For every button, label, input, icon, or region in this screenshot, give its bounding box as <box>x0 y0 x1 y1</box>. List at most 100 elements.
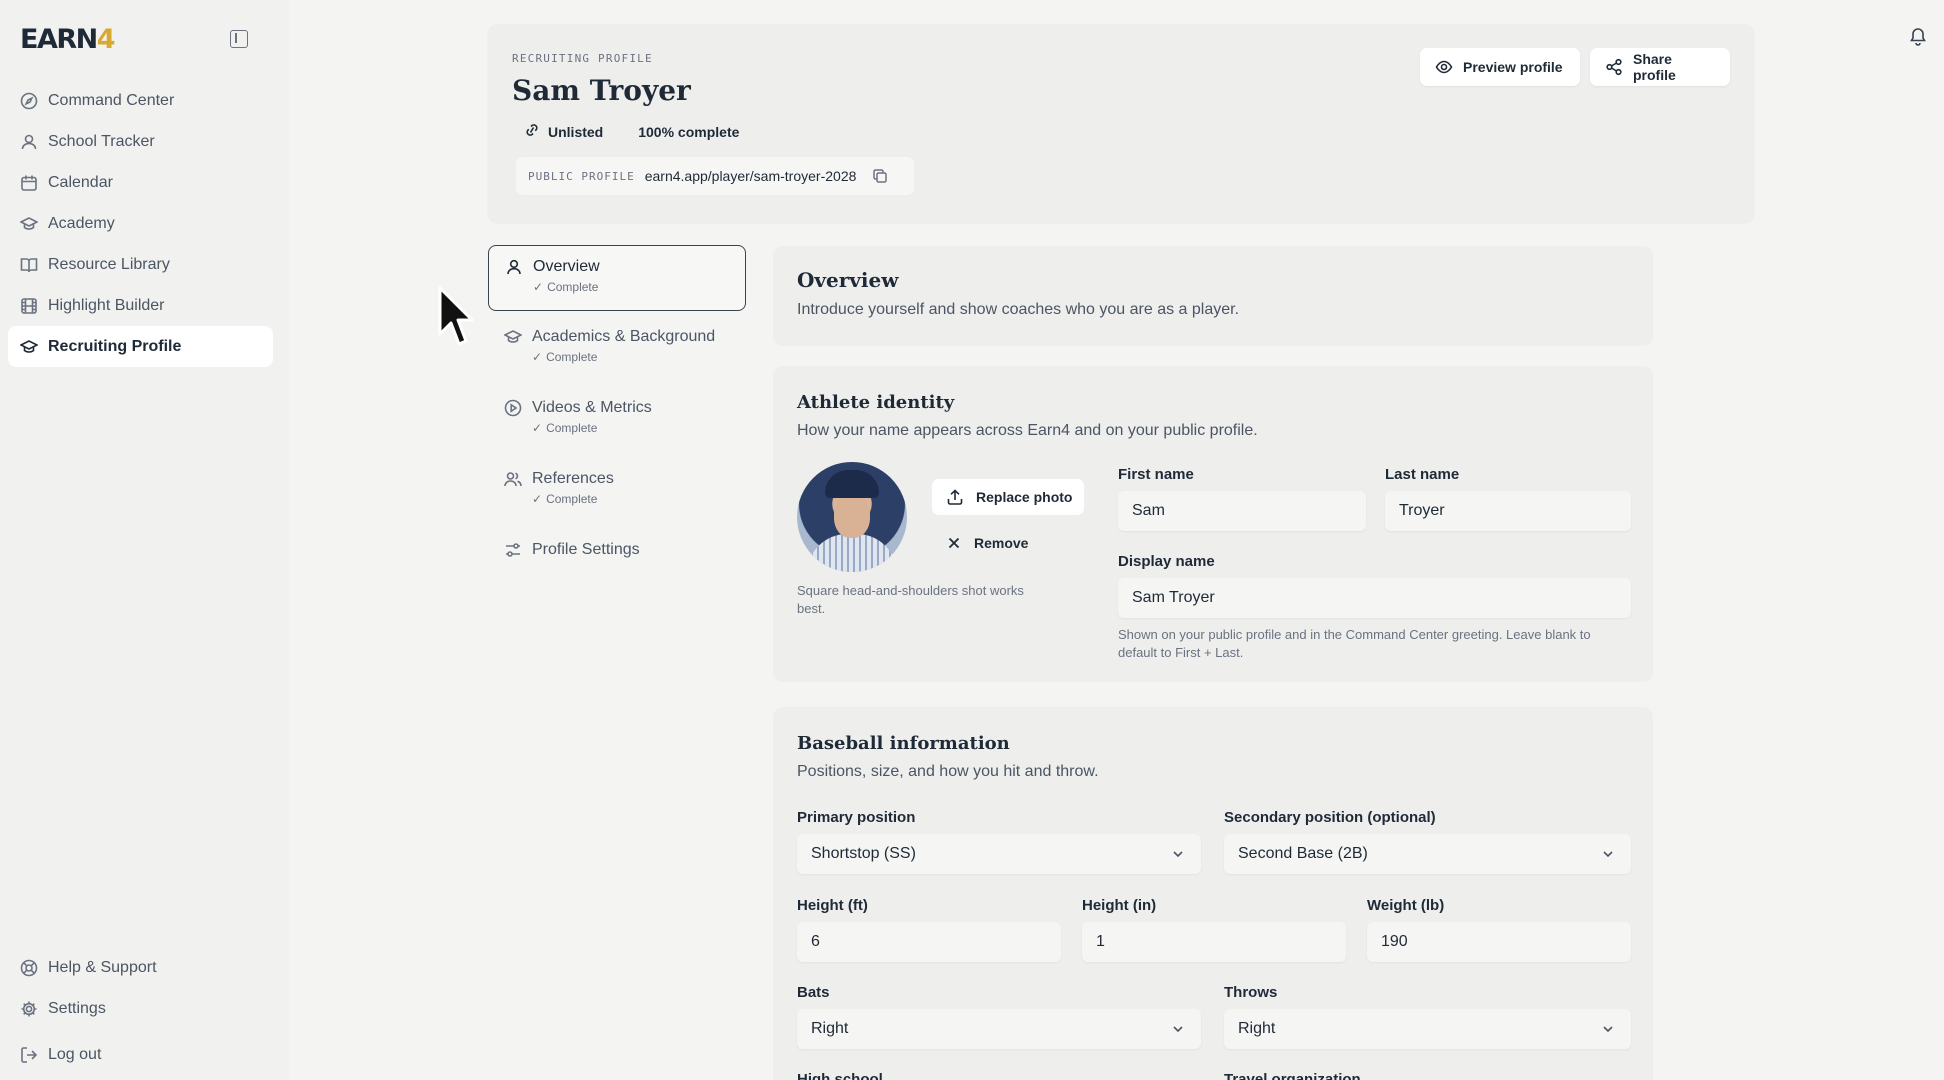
section-status: ✓ Complete <box>532 421 598 435</box>
athlete-identity-card: Athlete identity How your name appears a… <box>773 366 1653 682</box>
overview-title: Overview <box>797 268 899 292</box>
chevron-down-icon <box>1171 1022 1185 1041</box>
display-name-label: Display name <box>1118 553 1215 570</box>
logout-icon <box>20 1046 38 1064</box>
secondary-position-label: Secondary position (optional) <box>1224 809 1436 826</box>
overview-description: Introduce yourself and show coaches who … <box>797 301 1240 318</box>
baseball-information-card: Baseball information Positions, size, an… <box>773 707 1653 1080</box>
sidebar-item-school-tracker[interactable]: School Tracker <box>8 121 273 162</box>
users-icon <box>504 470 522 488</box>
graduation-cap-icon <box>20 338 38 356</box>
check-icon: ✓ <box>532 350 543 364</box>
copy-icon[interactable] <box>872 168 888 184</box>
last-name-label: Last name <box>1385 466 1460 483</box>
bats-label: Bats <box>797 984 830 1001</box>
weight-label: Weight (lb) <box>1367 897 1445 914</box>
overview-card: Overview Introduce yourself and show coa… <box>773 246 1653 346</box>
sliders-icon <box>504 541 522 559</box>
compass-icon <box>20 92 38 110</box>
user-icon <box>20 133 38 151</box>
page-eyebrow: RECRUITING PROFILE <box>512 52 653 65</box>
lifebuoy-icon <box>20 959 38 977</box>
completion-badge: 100% complete <box>638 123 740 140</box>
calendar-icon <box>20 174 38 192</box>
avatar <box>797 462 907 572</box>
chevron-down-icon <box>1601 1022 1615 1041</box>
baseball-title: Baseball information <box>797 733 1010 754</box>
bats-select[interactable]: Right <box>797 1009 1201 1049</box>
graduation-cap-icon <box>20 215 38 233</box>
sidebar-item-academy[interactable]: Academy <box>8 203 273 244</box>
travel-organization-label: Travel organization <box>1224 1071 1361 1080</box>
sidebar-item-highlight-builder[interactable]: Highlight Builder <box>8 285 273 326</box>
display-name-field[interactable]: Sam Troyer <box>1118 578 1631 618</box>
share-icon <box>1605 58 1623 76</box>
section-tab-academics[interactable]: Academics & Background ✓ Complete <box>488 316 746 382</box>
sidebar: EARN4 Command Center School Tracker Cale… <box>0 0 289 1080</box>
book-icon <box>20 256 38 274</box>
sidebar-nav: Command Center School Tracker Calendar A… <box>8 80 273 367</box>
weight-field[interactable]: 190 <box>1367 922 1631 962</box>
film-icon <box>20 297 38 315</box>
sidebar-collapse-icon[interactable] <box>230 30 248 48</box>
play-circle-icon <box>504 399 522 417</box>
height-ft-field[interactable]: 6 <box>797 922 1061 962</box>
sidebar-item-resource-library[interactable]: Resource Library <box>8 244 273 285</box>
last-name-field[interactable]: Troyer <box>1385 491 1631 531</box>
height-ft-label: Height (ft) <box>797 897 868 914</box>
sidebar-item-log-out[interactable]: Log out <box>8 1034 273 1075</box>
sidebar-item-recruiting-profile[interactable]: Recruiting Profile <box>8 326 273 367</box>
share-profile-button[interactable]: Share profile <box>1590 48 1730 86</box>
section-tab-references[interactable]: References ✓ Complete <box>488 458 746 524</box>
sidebar-item-calendar[interactable]: Calendar <box>8 162 273 203</box>
profile-header-card: RECRUITING PROFILE Sam Troyer Unlisted 1… <box>488 24 1754 222</box>
remove-photo-button[interactable]: Remove <box>946 525 1028 561</box>
upload-icon <box>946 488 964 506</box>
photo-help-text: Square head-and-shoulders shot works bes… <box>797 583 1024 616</box>
primary-position-label: Primary position <box>797 809 916 826</box>
close-icon <box>946 535 962 551</box>
public-profile-url[interactable]: earn4.app/player/sam-troyer-2028 <box>645 168 857 184</box>
height-in-label: Height (in) <box>1082 897 1157 914</box>
baseball-description: Positions, size, and how you hit and thr… <box>797 763 1099 780</box>
visibility-badge: Unlisted <box>524 122 603 141</box>
mouse-cursor-icon <box>438 286 474 353</box>
sidebar-item-command-center[interactable]: Command Center <box>8 80 273 121</box>
display-name-help: Shown on your public profile and in the … <box>1118 627 1591 660</box>
secondary-position-select[interactable]: Second Base (2B) <box>1224 834 1631 874</box>
gear-icon <box>20 1000 38 1018</box>
height-in-field[interactable]: 1 <box>1082 922 1346 962</box>
section-status: ✓ Complete <box>532 350 598 364</box>
sidebar-item-settings[interactable]: Settings <box>8 988 273 1029</box>
first-name-field[interactable]: Sam <box>1118 491 1366 531</box>
throws-select[interactable]: Right <box>1224 1009 1631 1049</box>
bell-icon[interactable] <box>1908 26 1928 46</box>
profile-section-nav: Overview ✓ Complete Academics & Backgroun… <box>488 245 746 574</box>
check-icon: ✓ <box>532 421 543 435</box>
chevron-down-icon <box>1171 847 1185 866</box>
throws-label: Throws <box>1224 984 1278 1001</box>
public-profile-link: PUBLIC PROFILE earn4.app/player/sam-troy… <box>516 157 914 195</box>
sidebar-bottom-nav: Help & Support Settings Log out <box>8 947 273 1075</box>
profile-status-row: Unlisted 100% complete <box>524 122 739 141</box>
graduation-cap-icon <box>504 328 522 346</box>
check-icon: ✓ <box>533 280 544 294</box>
identity-title: Athlete identity <box>797 392 955 413</box>
identity-description: How your name appears across Earn4 and o… <box>797 422 1258 439</box>
public-profile-label: PUBLIC PROFILE <box>528 169 635 183</box>
section-status: ✓ Complete <box>532 492 598 506</box>
eye-icon <box>1435 58 1453 76</box>
replace-photo-button[interactable]: Replace photo <box>932 479 1084 515</box>
link-icon <box>524 122 540 141</box>
page-title: Sam Troyer <box>512 74 691 107</box>
section-tab-overview[interactable]: Overview ✓ Complete <box>488 245 746 311</box>
section-tab-videos-metrics[interactable]: Videos & Metrics ✓ Complete <box>488 387 746 453</box>
earn4-logo[interactable]: EARN4 <box>20 24 116 55</box>
user-icon <box>505 258 523 276</box>
check-icon: ✓ <box>532 492 543 506</box>
section-tab-profile-settings[interactable]: Profile Settings <box>488 529 746 569</box>
primary-position-select[interactable]: Shortstop (SS) <box>797 834 1201 874</box>
preview-profile-button[interactable]: Preview profile <box>1420 48 1580 86</box>
sidebar-item-help-support[interactable]: Help & Support <box>8 947 273 988</box>
section-status: ✓ Complete <box>533 280 599 294</box>
